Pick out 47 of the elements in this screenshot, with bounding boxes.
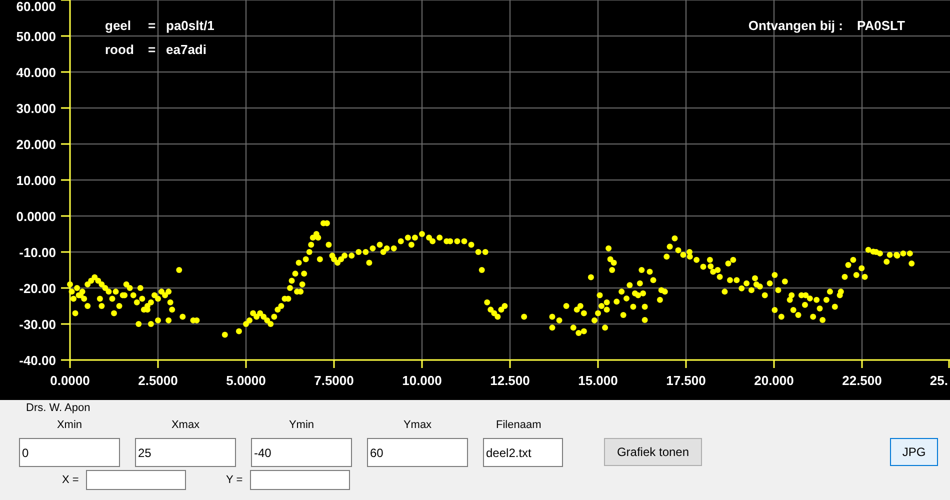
field-label: Xmax: [170, 418, 201, 433]
axis-label: 25.: [930, 373, 948, 388]
axis-label: -30.00: [19, 317, 56, 332]
field-label: Filenaam: [495, 418, 542, 433]
legend-station: pa0slt/1: [166, 18, 214, 33]
axis-label: -20.00: [19, 281, 56, 296]
axis-label: 50.000: [16, 29, 56, 44]
axis-label: 60.000: [16, 0, 56, 14]
axis-label: 12.500: [490, 373, 530, 388]
axis-label: 20.000: [16, 137, 56, 152]
axis-label: -40.00: [19, 353, 56, 368]
legend-equals: =: [148, 18, 156, 33]
axis-label: 10.000: [16, 173, 56, 188]
axis-label: 5.0000: [226, 373, 266, 388]
legend-equals: =: [148, 42, 156, 57]
received-label: Ontvangen bij :: [748, 18, 843, 33]
axis-label: 30.000: [16, 101, 56, 116]
axis-label: 17.500: [666, 373, 706, 388]
axis-label: 0.0000: [16, 209, 56, 224]
legend-color-name: rood: [105, 42, 134, 57]
axis-label: 40.000: [16, 65, 56, 80]
input-field[interactable]: [86, 470, 186, 490]
input-field[interactable]: -40: [251, 438, 352, 467]
author-label: Drs. W. Apon: [26, 402, 90, 414]
axis-label: 7.5000: [314, 373, 354, 388]
axis-label: 10.000: [402, 373, 442, 388]
axis-label: 22.500: [842, 373, 882, 388]
input-field[interactable]: 60: [367, 438, 468, 467]
coordinate-label: X =: [62, 474, 80, 486]
coordinate-label: Y =: [226, 474, 244, 486]
input-field[interactable]: 0: [19, 438, 120, 467]
input-field[interactable]: 25: [135, 438, 236, 467]
field-label: Xmin: [56, 418, 84, 433]
axis-label: 15.000: [578, 373, 618, 388]
action-button[interactable]: Grafiek tonen: [604, 438, 702, 466]
axis-label: 20.000: [754, 373, 794, 388]
axis-label: 0.0000: [50, 373, 90, 388]
field-label: Ymin: [288, 418, 316, 433]
legend-color-name: geel: [105, 18, 132, 33]
field-label: Ymax: [402, 418, 433, 433]
received-station: PA0SLT: [857, 18, 905, 33]
axis-label: 2.5000: [138, 373, 178, 388]
action-button[interactable]: JPG: [890, 438, 938, 466]
legend-station: ea7adi: [166, 42, 206, 57]
input-field[interactable]: deel2.txt: [483, 438, 563, 467]
axis-label: -10.00: [19, 245, 56, 260]
input-field[interactable]: [250, 470, 350, 490]
